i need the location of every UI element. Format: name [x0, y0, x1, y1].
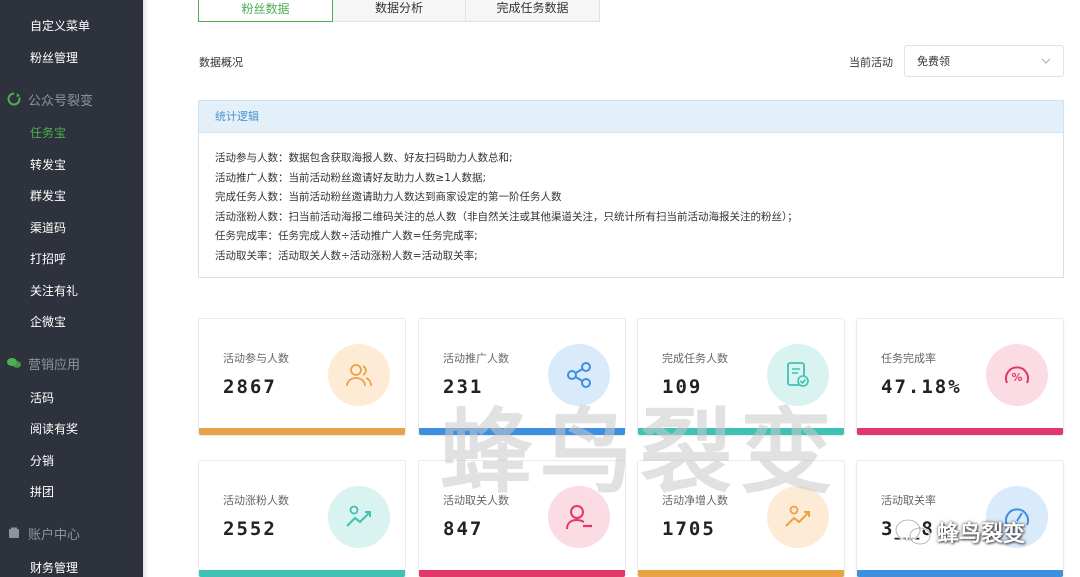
- sidebar-item-distribution[interactable]: 分销: [30, 452, 54, 469]
- logic-line: 活动取关率：活动取关人数÷活动涨粉人数=活动取关率;: [215, 249, 478, 262]
- activity-filter-label: 当前活动: [849, 56, 893, 69]
- stat-card-net-growth: 活动净增人数 1705: [637, 460, 845, 577]
- page-title: 数据概况: [199, 56, 243, 69]
- stat-card-label: 活动推广人数: [443, 352, 509, 365]
- sidebar-item-mass-bao[interactable]: 群发宝: [30, 187, 66, 204]
- sidebar-item-group-buy[interactable]: 拼团: [30, 483, 54, 500]
- sidebar-item-read-reward[interactable]: 阅读有奖: [30, 420, 78, 437]
- stat-card-label: 任务完成率: [881, 352, 936, 365]
- tab-data-analysis[interactable]: 数据分析: [333, 0, 466, 21]
- stat-card-value: 3__8: [881, 518, 935, 540]
- stat-card-label: 活动取关率: [881, 494, 936, 507]
- svg-text:%: %: [1011, 371, 1022, 384]
- stat-card-label: 完成任务人数: [662, 352, 728, 365]
- statistics-logic-title: 统计逻辑: [199, 101, 1063, 133]
- recycle-icon: [0, 92, 28, 106]
- sidebar-item-live-code[interactable]: 活码: [30, 389, 54, 406]
- stat-card-label: 活动净增人数: [662, 494, 728, 507]
- stat-card-label: 活动涨粉人数: [223, 494, 289, 507]
- chat-icon: [0, 357, 28, 369]
- sidebar-group-label: 公众号裂变: [28, 93, 94, 109]
- percent-gauge-icon: %: [986, 344, 1048, 406]
- stat-card-label: 活动参与人数: [223, 352, 289, 365]
- stat-card-value: 2867: [223, 376, 277, 398]
- account-icon: [0, 527, 28, 539]
- stat-card-value: 109: [662, 376, 703, 398]
- sidebar-group-account[interactable]: 账户中心: [0, 523, 80, 543]
- stat-card-fan-growth: 活动涨粉人数 2552: [198, 460, 406, 577]
- stat-card-unfollows: 活动取关人数 847: [418, 460, 626, 577]
- logic-line: 活动涨粉人数：扫当前活动海报二维码关注的总人数（非自然关注或其他渠道关注，只统计…: [215, 210, 798, 223]
- activity-select-value: 免费领: [917, 55, 950, 68]
- stat-card-promoters: 活动推广人数 231: [418, 318, 626, 436]
- stat-card-bar: [199, 570, 405, 577]
- sidebar-item-forward-bao[interactable]: 转发宝: [30, 156, 66, 173]
- stat-card-bar: [199, 428, 405, 435]
- sidebar-group-label: 营销应用: [28, 357, 81, 373]
- stat-card-value: 2552: [223, 518, 277, 540]
- sidebar-item-greeting[interactable]: 打招呼: [30, 250, 66, 267]
- stat-card-value: 847: [443, 518, 484, 540]
- activity-select[interactable]: 免费领: [904, 45, 1064, 77]
- sidebar-shadow: [143, 0, 149, 577]
- trend-chart-icon: [767, 486, 829, 548]
- sidebar-item-follow-gift[interactable]: 关注有礼: [30, 282, 78, 299]
- stat-card-value: 47.18%: [881, 376, 962, 398]
- tab-fans-data[interactable]: 粉丝数据: [198, 0, 333, 22]
- stat-card-bar: [419, 570, 625, 577]
- logic-line: 活动推广人数：当前活动粉丝邀请好友助力人数≥1人数据;: [215, 171, 487, 184]
- stat-card-value: 231: [443, 376, 484, 398]
- stat-card-unfollow-rate: 活动取关率 3__8: [856, 460, 1064, 577]
- chevron-down-icon: [1041, 56, 1051, 67]
- stat-card-label: 活动取关人数: [443, 494, 509, 507]
- statistics-logic-panel: 统计逻辑 活动参与人数：数据包含获取海报人数、好友扫码助力人数总和; 活动推广人…: [198, 100, 1064, 278]
- sidebar-item-custom-menu[interactable]: 自定义菜单: [30, 17, 90, 34]
- sidebar-group-fission[interactable]: 公众号裂变: [0, 89, 93, 109]
- sidebar-item-finance[interactable]: 财务管理: [30, 559, 78, 576]
- gauge-icon: [986, 486, 1048, 548]
- user-minus-icon: [548, 486, 610, 548]
- logic-line: 活动参与人数：数据包含获取海报人数、好友扫码助力人数总和;: [215, 152, 513, 164]
- stat-card-participants: 活动参与人数 2867: [198, 318, 406, 436]
- stat-card-bar: [638, 570, 844, 577]
- stat-card-bar: [857, 428, 1063, 435]
- stat-card-bar: [857, 570, 1063, 577]
- stat-card-bar: [638, 428, 844, 435]
- stat-card-completion-rate: 任务完成率 47.18% %: [856, 318, 1064, 436]
- logic-line: 任务完成率：任务完成人数÷活动推广人数=任务完成率;: [215, 230, 478, 242]
- task-done-icon: [767, 344, 829, 406]
- sidebar-item-task-bao[interactable]: 任务宝: [30, 124, 66, 141]
- sidebar-group-marketing[interactable]: 营销应用: [0, 353, 80, 373]
- stat-card-bar: [419, 428, 625, 435]
- tab-bar: 粉丝数据 数据分析 完成任务数据: [198, 0, 600, 22]
- stat-card-value: 1705: [662, 518, 716, 540]
- tab-completed-task-data[interactable]: 完成任务数据: [466, 0, 599, 21]
- logic-line: 完成任务人数：当前活动粉丝邀请助力人数达到商家设定的第一阶任务人数: [215, 191, 562, 203]
- sidebar-item-fans[interactable]: 粉丝管理: [30, 49, 78, 66]
- trend-up-icon: [328, 486, 390, 548]
- users-icon: [328, 344, 390, 406]
- sidebar-item-wecom-bao[interactable]: 企微宝: [30, 313, 66, 330]
- sidebar-item-channel-code[interactable]: 渠道码: [30, 219, 66, 236]
- stat-card-completed-tasks: 完成任务人数 109: [637, 318, 845, 436]
- sidebar: 自定义菜单 粉丝管理 公众号裂变 任务宝 转发宝 群发宝 渠道码 打招呼 关注有…: [0, 0, 143, 577]
- sidebar-group-label: 账户中心: [28, 527, 81, 543]
- share-icon: [548, 344, 610, 406]
